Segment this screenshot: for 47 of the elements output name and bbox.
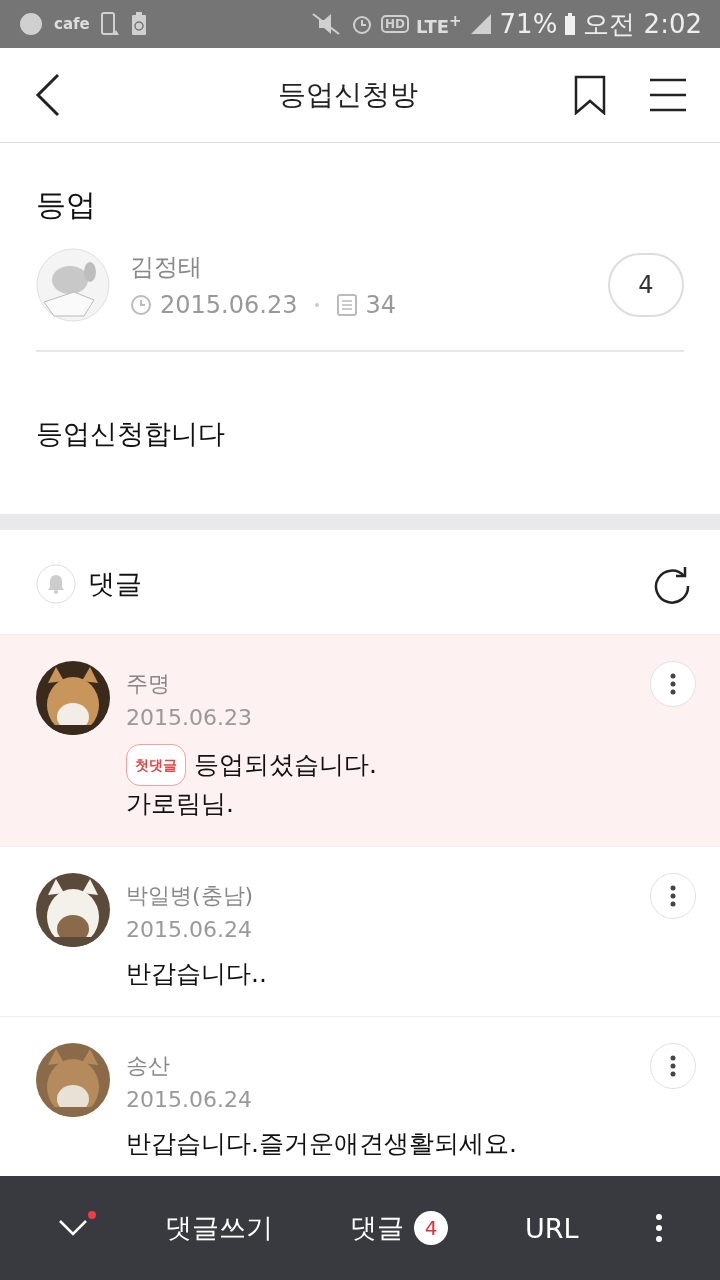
commenter-name: 주명 [126,670,170,698]
comment-text: 등업되셨습니다. [194,749,377,781]
hd-badge: HD [380,15,409,33]
phone-icon [99,11,120,37]
commenter-name: 송산 [126,1052,170,1080]
clock-icon [130,294,152,316]
more-button[interactable] [650,661,696,707]
post-body: 등업신청합니다 [36,417,226,451]
app-logo-icon [18,11,44,37]
comment-date: 2015.06.23 [126,705,252,730]
commenter-name: 박일병(충남) [126,882,254,910]
battery-percent: 71% [499,9,558,39]
first-comment-badge: 첫댓글 [126,744,186,786]
author-name: 김정태 [130,252,203,283]
comment-date: 2015.06.24 [126,917,252,942]
more-icon [655,1214,662,1242]
write-comment-button[interactable]: 댓글쓰기 [157,1202,282,1254]
battery-icon [564,12,577,36]
comments-button[interactable]: 댓글 [350,1210,405,1246]
page-title: 등업신청방 [277,77,419,113]
more-button[interactable] [650,873,696,919]
network-label: LTE$^{+}$ [415,11,462,37]
document-icon [337,294,358,316]
post-title: 등업 [36,186,97,224]
app-label: cafe [54,15,90,33]
more-button[interactable] [650,1043,696,1089]
comment-text: 가로림님. [126,788,234,820]
comment-date: 2015.06.24 [126,1087,252,1112]
bell-icon [36,564,76,604]
chevron-down-icon [58,1219,89,1237]
url-button[interactable]: URL [517,1204,587,1252]
comment-text: 반갑습니다.즐거운애견생활되세요. [126,1128,517,1160]
refresh-button[interactable] [652,564,692,604]
comment-count-bubble[interactable]: 4 [608,253,684,317]
more-icon [670,673,676,695]
post-date: 2015.06.23 [160,291,298,319]
more-icon [670,1055,676,1077]
clock: 오전 2:02 [583,7,702,41]
menu-button[interactable] [650,78,686,112]
back-button[interactable] [34,73,62,117]
more-icon [670,885,676,907]
comment-text: 반갑습니다.. [126,958,267,990]
comment-count-badge: 4 [414,1211,449,1245]
battery-recycle-icon [129,11,148,37]
comments-heading: 댓글 [88,567,143,601]
bookmark-button[interactable] [574,75,606,115]
view-count: 34 [365,291,396,319]
